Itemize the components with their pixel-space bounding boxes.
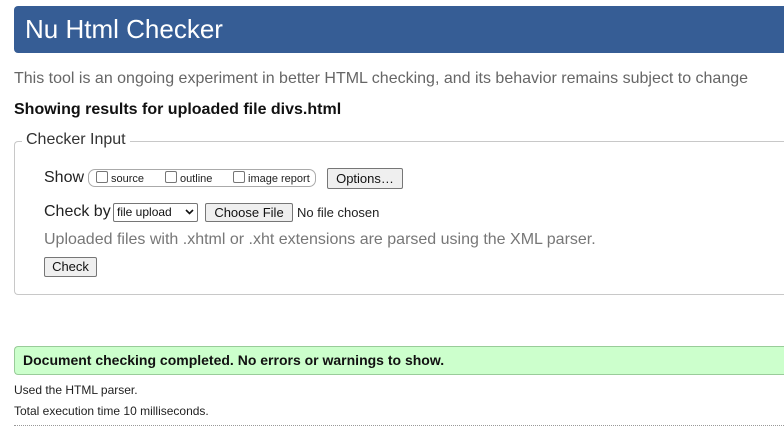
- success-message-box: Document checking completed. No errors o…: [14, 346, 784, 375]
- xml-parser-note: Uploaded files with .xhtml or .xht exten…: [44, 231, 596, 248]
- parser-info: Used the HTML parser.: [14, 383, 138, 397]
- check-by-selected-value: file upload: [117, 205, 172, 219]
- outline-checkbox-label[interactable]: outline: [180, 173, 212, 185]
- source-checkbox[interactable]: [96, 171, 108, 183]
- outline-checkbox[interactable]: [165, 171, 177, 183]
- source-checkbox-label[interactable]: source: [111, 173, 144, 185]
- check-by-select[interactable]: file upload: [113, 203, 198, 222]
- chevron-down-icon: [185, 204, 194, 221]
- results-heading: Showing results for uploaded file divs.h…: [14, 101, 342, 118]
- show-options-group: source outline image report: [88, 169, 316, 187]
- check-button[interactable]: Check: [44, 257, 97, 277]
- page-title: Nu Html Checker: [25, 14, 223, 44]
- check-by-label: Check by: [44, 203, 111, 220]
- checker-input-legend: Checker Input: [22, 131, 130, 149]
- header-bar: Nu Html Checker: [14, 6, 784, 53]
- choose-file-button[interactable]: Choose File: [205, 203, 293, 222]
- intro-text: This tool is an ongoing experiment in be…: [14, 70, 749, 87]
- no-file-chosen-text: No file chosen: [297, 205, 380, 220]
- options-button[interactable]: Options…: [327, 168, 403, 189]
- divider: [14, 425, 784, 426]
- show-label: Show: [44, 169, 85, 186]
- image-report-checkbox-label[interactable]: image report: [248, 173, 310, 185]
- image-report-checkbox[interactable]: [233, 171, 245, 183]
- nu-html-checker-page: Nu Html Checker This tool is an ongoing …: [0, 0, 784, 429]
- execution-time-info: Total execution time 10 milliseconds.: [14, 404, 209, 418]
- success-message: Document checking completed. No errors o…: [23, 352, 445, 368]
